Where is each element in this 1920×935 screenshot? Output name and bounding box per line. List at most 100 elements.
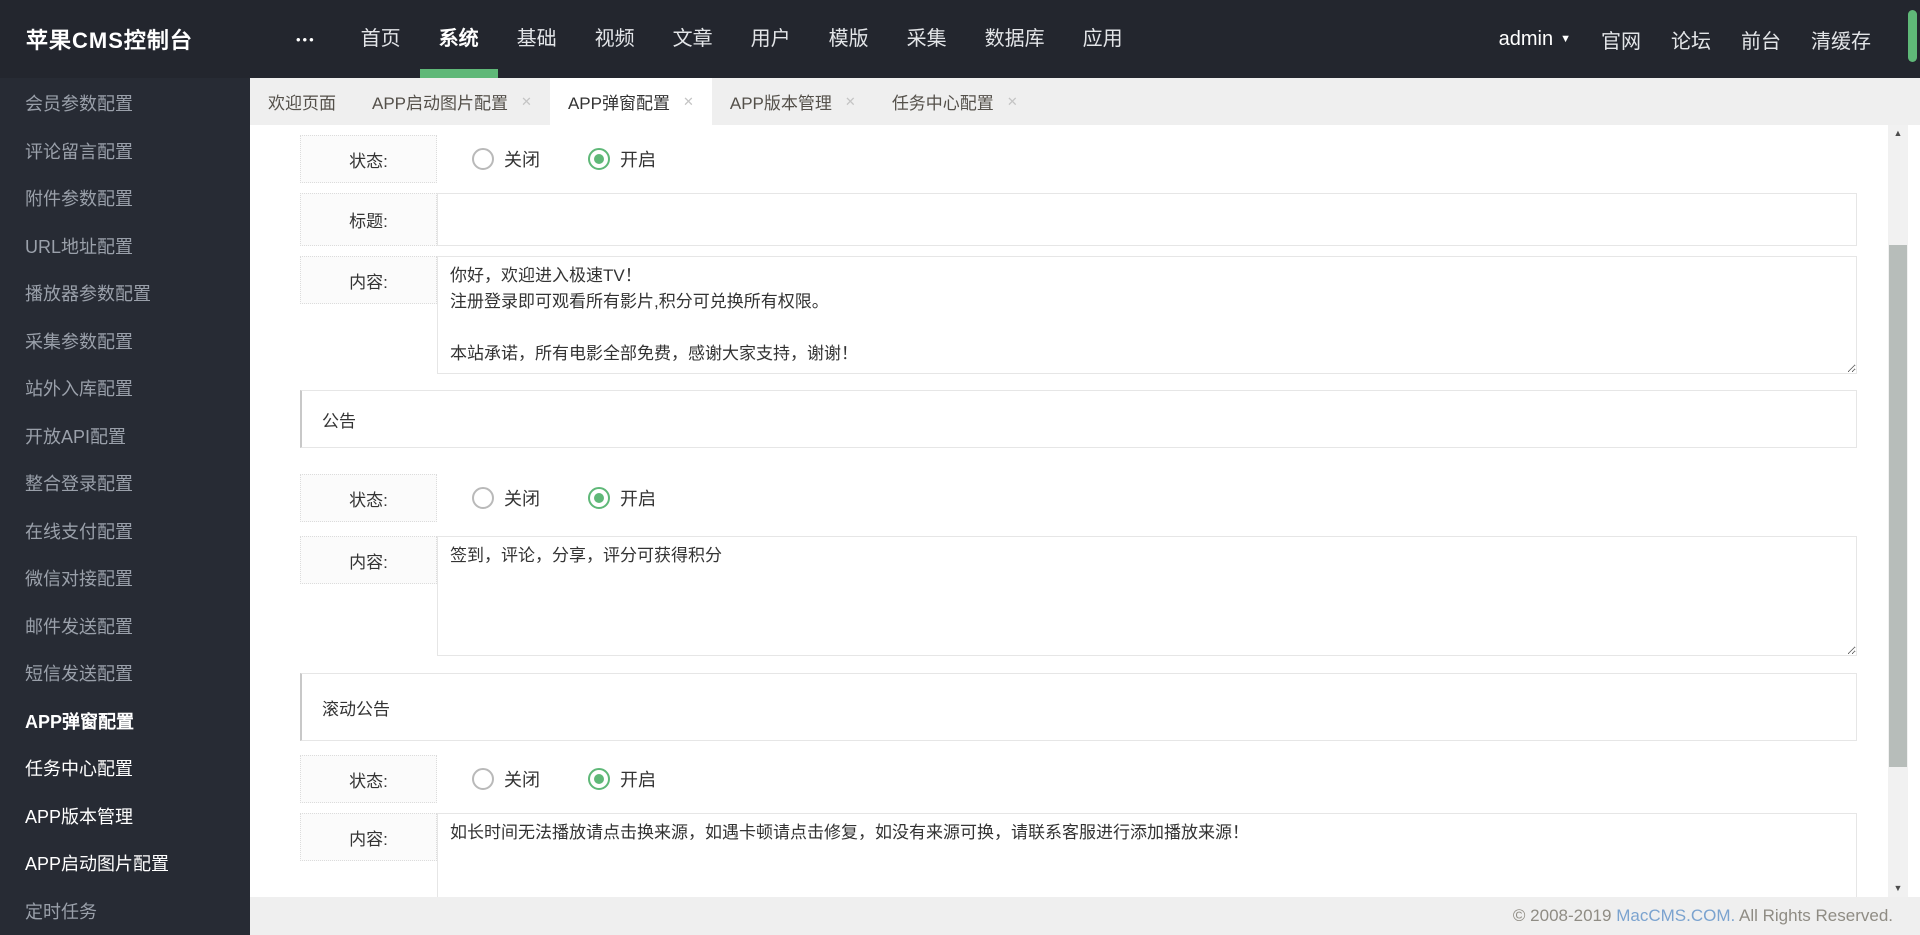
sidebar-item-app-popup-config[interactable]: APP弹窗配置 xyxy=(0,699,250,747)
tab-label: APP弹窗配置 xyxy=(567,94,670,113)
sidebar-item-wechat-config[interactable]: 微信对接配置 xyxy=(0,556,250,604)
sidebar: 会员参数配置 评论留言配置 附件参数配置 URL地址配置 播放器参数配置 采集参… xyxy=(0,78,250,935)
radio-on-icon[interactable] xyxy=(588,768,610,790)
sidebar-item-task-center-config[interactable]: 任务中心配置 xyxy=(0,746,250,794)
app-popup-config-form: 状态: 关闭 开启 标题: 内容: 你好，欢迎进入极速TV！ 注册登录即可观看所… xyxy=(300,135,1857,897)
tab-bar: 欢迎页面 APP启动图片配置 ✕ APP弹窗配置 ✕ APP版本管理 ✕ 任务中… xyxy=(250,78,1920,125)
top-menu-item-basic[interactable]: 基础 xyxy=(498,0,576,78)
tab-task-center-config[interactable]: 任务中心配置 ✕ xyxy=(874,78,1036,125)
notice-content-textarea[interactable]: 签到，评论，分享，评分可获得积分 xyxy=(437,536,1857,656)
tab-label: 欢迎页面 xyxy=(268,94,336,113)
top-menu-item-app[interactable]: 应用 xyxy=(1064,0,1142,78)
top-menu-item-database[interactable]: 数据库 xyxy=(966,0,1064,78)
scroll-notice-content-row: 内容: 如长时间无法播放请点击换来源，如遇卡顿请点击修复，如没有来源可换，请联系… xyxy=(300,813,1857,897)
sidebar-item-app-version-manage[interactable]: APP版本管理 xyxy=(0,794,250,842)
sidebar-item-app-splash-config[interactable]: APP启动图片配置 xyxy=(0,841,250,889)
radio-off-icon[interactable] xyxy=(472,148,494,170)
top-menu-item-template[interactable]: 模版 xyxy=(810,0,888,78)
sidebar-item-open-api-config[interactable]: 开放API配置 xyxy=(0,414,250,462)
top-link-official-site[interactable]: 官网 xyxy=(1586,25,1656,54)
sidebar-item-attachment-config[interactable]: 附件参数配置 xyxy=(0,176,250,224)
radio-off-icon[interactable] xyxy=(472,487,494,509)
top-menu-item-user[interactable]: 用户 xyxy=(732,0,810,78)
content-label: 内容: xyxy=(300,256,437,304)
status-label: 状态: xyxy=(300,135,437,183)
top-link-clear-cache[interactable]: 清缓存 xyxy=(1796,25,1886,54)
scroll-down-arrow-icon[interactable]: ▼ xyxy=(1888,880,1908,897)
popup-content-row: 内容: 你好，欢迎进入极速TV！ 注册登录即可观看所有影片,积分可兑换所有权限。… xyxy=(300,256,1857,374)
popup-status-row: 状态: 关闭 开启 xyxy=(300,135,1857,183)
top-menu: 首页 系统 基础 视频 文章 用户 模版 采集 数据库 应用 xyxy=(342,0,1142,78)
top-menu-item-video[interactable]: 视频 xyxy=(576,0,654,78)
radio-on-label: 开启 xyxy=(620,150,656,170)
radio-option-on[interactable]: 开启 xyxy=(588,146,656,172)
tab-app-version-manage[interactable]: APP版本管理 ✕ xyxy=(712,78,874,125)
title-label: 标题: xyxy=(300,193,437,246)
radio-on-label: 开启 xyxy=(620,489,656,509)
sidebar-item-member-config[interactable]: 会员参数配置 xyxy=(0,81,250,129)
main-content: 状态: 关闭 开启 标题: 内容: 你好，欢迎进入极速TV！ 注册登录即可观看所… xyxy=(250,125,1920,897)
sidebar-item-payment-config[interactable]: 在线支付配置 xyxy=(0,509,250,557)
footer-rights: All Rights Reserved. xyxy=(1735,906,1893,925)
sidebar-item-url-config[interactable]: URL地址配置 xyxy=(0,224,250,272)
scroll-notice-status-row: 状态: 关闭 开启 xyxy=(300,755,1857,803)
tab-close-icon[interactable]: ✕ xyxy=(683,94,694,110)
tab-label: 任务中心配置 xyxy=(891,94,994,113)
scroll-notice-section-header: 滚动公告 xyxy=(300,673,1857,741)
tab-app-popup-config[interactable]: APP弹窗配置 ✕ xyxy=(549,78,712,125)
radio-off-label: 关闭 xyxy=(504,150,540,170)
scroll-up-arrow-icon[interactable]: ▲ xyxy=(1888,125,1908,142)
top-bar: 苹果CMS控制台 ••• 首页 系统 基础 视频 文章 用户 模版 采集 数据库… xyxy=(0,0,1920,78)
top-menu-item-system[interactable]: 系统 xyxy=(419,0,498,78)
radio-option-on[interactable]: 开启 xyxy=(588,485,656,511)
top-menu-item-home[interactable]: 首页 xyxy=(342,0,420,78)
top-right-nav: admin ▼ 官网 论坛 前台 清缓存 xyxy=(1484,0,1920,78)
top-link-front-site[interactable]: 前台 xyxy=(1726,25,1796,54)
tab-close-icon[interactable]: ✕ xyxy=(1007,94,1018,110)
radio-on-icon[interactable] xyxy=(588,148,610,170)
popup-content-textarea[interactable]: 你好，欢迎进入极速TV！ 注册登录即可观看所有影片,积分可兑换所有权限。 本站承… xyxy=(437,256,1857,374)
radio-option-off[interactable]: 关闭 xyxy=(472,146,540,172)
radio-on-icon[interactable] xyxy=(588,487,610,509)
tab-close-icon[interactable]: ✕ xyxy=(521,94,532,110)
admin-user-menu[interactable]: admin ▼ xyxy=(1484,28,1586,51)
top-menu-item-article[interactable]: 文章 xyxy=(654,0,732,78)
sidebar-item-player-config[interactable]: 播放器参数配置 xyxy=(0,271,250,319)
sidebar-item-offsite-config[interactable]: 站外入库配置 xyxy=(0,366,250,414)
content-label: 内容: xyxy=(300,536,437,584)
page-scrollbar-thumb[interactable] xyxy=(1908,10,1917,62)
footer-copyright: © 2008-2019 xyxy=(1512,906,1617,925)
scroll-notice-content-textarea[interactable]: 如长时间无法播放请点击换来源，如遇卡顿请点击修复，如没有来源可换，请联系客服进行… xyxy=(437,813,1857,897)
radio-option-on[interactable]: 开启 xyxy=(588,766,656,792)
sidebar-item-comment-config[interactable]: 评论留言配置 xyxy=(0,129,250,177)
tab-app-splash-config[interactable]: APP启动图片配置 ✕ xyxy=(354,78,550,125)
sidebar-item-collect-config[interactable]: 采集参数配置 xyxy=(0,319,250,367)
app-logo: 苹果CMS控制台 xyxy=(26,28,193,53)
notice-status-radio-group: 关闭 开启 xyxy=(472,474,656,522)
radio-option-off[interactable]: 关闭 xyxy=(472,485,540,511)
status-label: 状态: xyxy=(300,474,437,522)
popup-title-input[interactable] xyxy=(437,193,1857,246)
sidebar-item-sms-config[interactable]: 短信发送配置 xyxy=(0,651,250,699)
more-menu-icon[interactable]: ••• xyxy=(296,32,316,47)
top-menu-item-collect[interactable]: 采集 xyxy=(888,0,966,78)
tab-welcome[interactable]: 欢迎页面 xyxy=(250,78,354,125)
tab-close-icon[interactable]: ✕ xyxy=(845,94,856,110)
popup-status-radio-group: 关闭 开启 xyxy=(472,135,656,183)
content-scrollbar-thumb[interactable] xyxy=(1889,245,1907,767)
popup-title-row: 标题: xyxy=(300,193,1857,246)
radio-off-label: 关闭 xyxy=(504,489,540,509)
maccms-link[interactable]: MacCMS.COM. xyxy=(1616,906,1735,926)
radio-option-off[interactable]: 关闭 xyxy=(472,766,540,792)
notice-content-row: 内容: 签到，评论，分享，评分可获得积分 xyxy=(300,536,1857,656)
sidebar-item-email-config[interactable]: 邮件发送配置 xyxy=(0,604,250,652)
top-link-forum[interactable]: 论坛 xyxy=(1656,25,1726,54)
tab-label: APP版本管理 xyxy=(729,94,832,113)
radio-off-label: 关闭 xyxy=(504,770,540,790)
content-scrollbar[interactable]: ▲ ▼ xyxy=(1888,125,1908,897)
sidebar-item-cron-task[interactable]: 定时任务 xyxy=(0,889,250,935)
admin-username: admin xyxy=(1498,27,1554,50)
radio-on-label: 开启 xyxy=(620,770,656,790)
sidebar-item-login-config[interactable]: 整合登录配置 xyxy=(0,461,250,509)
radio-off-icon[interactable] xyxy=(472,768,494,790)
